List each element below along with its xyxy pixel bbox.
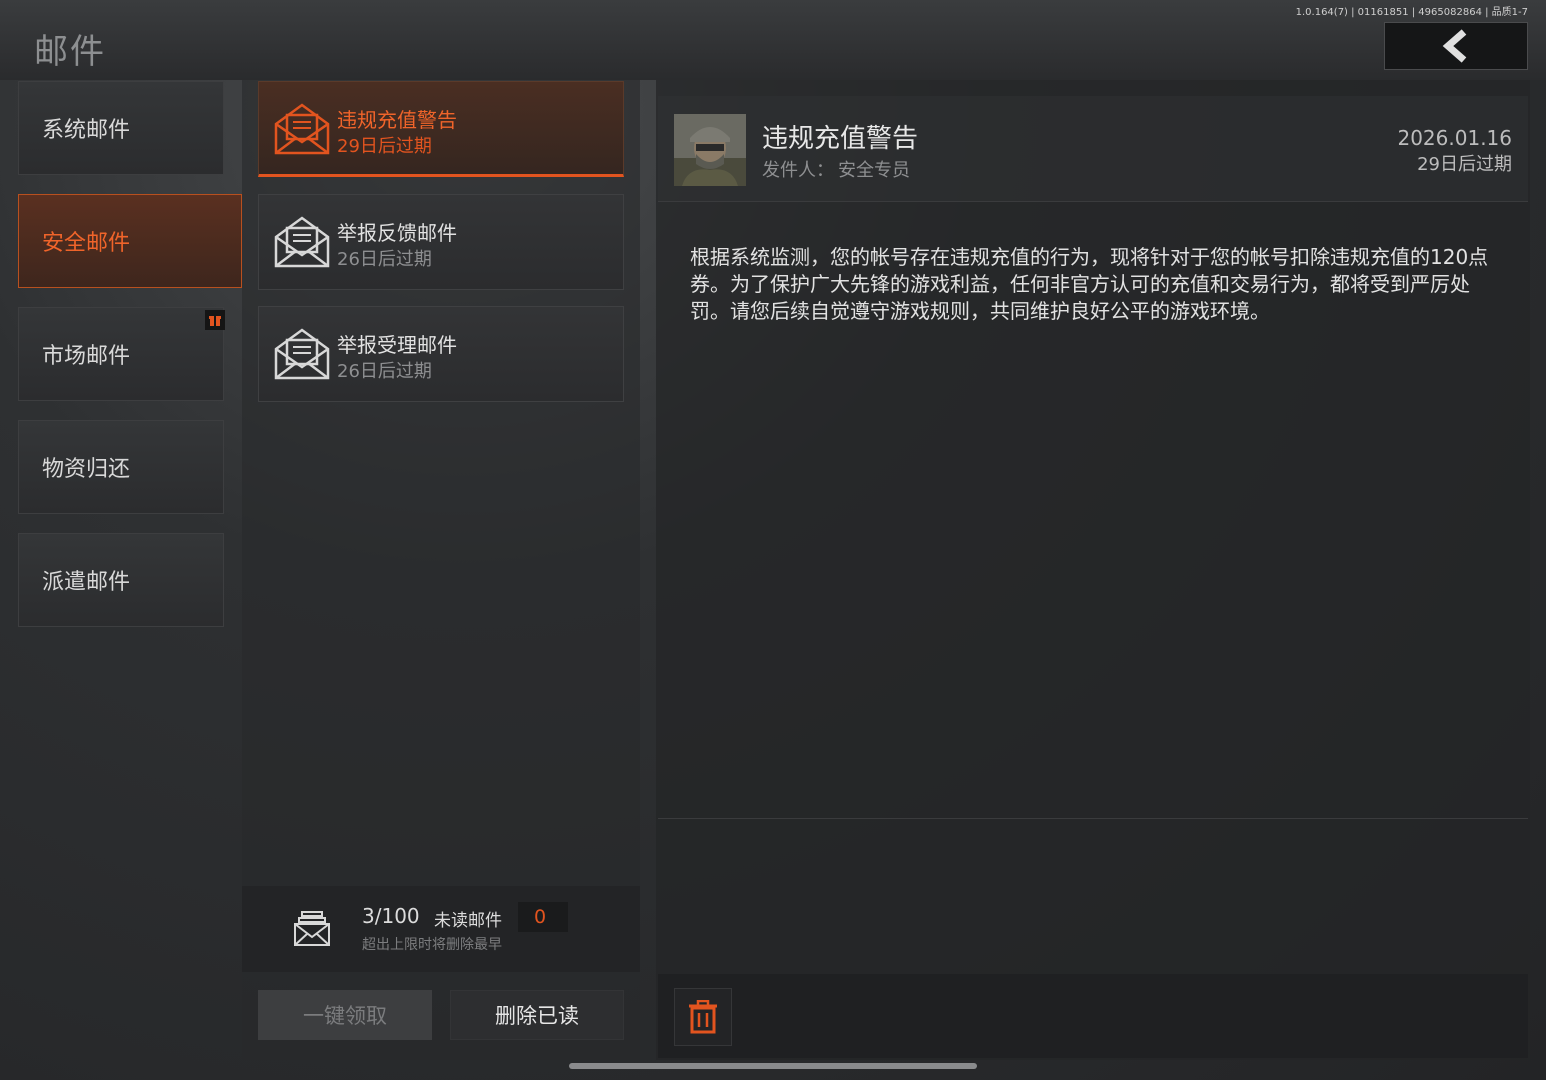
mail-detail-title: 违规充值警告 (762, 124, 919, 154)
category-dispatch[interactable]: 派遣邮件 (18, 533, 224, 627)
category-label: 市场邮件 (42, 344, 131, 369)
category-supply-return[interactable]: 物资归还 (18, 420, 224, 514)
mail-title: 举报反馈邮件 (337, 221, 457, 245)
unread-count: 0 (518, 902, 568, 932)
divider (658, 818, 1528, 819)
mail-expire: 26日后过期 (337, 249, 432, 270)
mail-item[interactable]: 举报受理邮件 26日后过期 (258, 306, 624, 402)
delete-mail-button[interactable] (674, 988, 732, 1046)
mail-title: 违规充值警告 (337, 108, 457, 132)
capacity-hint: 超出上限时将删除最早 (362, 937, 502, 953)
category-system[interactable]: 系统邮件 (18, 81, 224, 175)
mail-expire: 29日后过期 (337, 136, 432, 157)
delete-read-button[interactable]: 删除已读 (450, 990, 624, 1040)
mail-detail-footer (658, 974, 1528, 1058)
category-label: 物资归还 (42, 457, 131, 482)
trash-icon (689, 1000, 717, 1034)
mail-tray-icon (294, 911, 330, 946)
open-envelope-icon (274, 216, 330, 268)
mail-expire: 26日后过期 (337, 361, 432, 382)
chevron-left-icon (1442, 29, 1467, 63)
page-title: 邮件 (34, 32, 106, 72)
category-label: 安全邮件 (42, 231, 131, 256)
mail-title: 举报受理邮件 (337, 333, 457, 357)
category-label: 派遣邮件 (42, 570, 131, 595)
gift-badge-icon (205, 310, 225, 330)
sender-name: 安全专员 (838, 160, 910, 181)
mail-body: 根据系统监测，您的帐号存在违规充值的行为，现将针对于您的帐号扣除违规充值的120… (690, 245, 1489, 323)
claim-all-button[interactable]: 一键领取 (258, 990, 432, 1040)
open-envelope-icon (274, 328, 330, 380)
category-security[interactable]: 安全邮件 (18, 194, 242, 288)
mail-detail-panel (656, 80, 1530, 1060)
mail-item[interactable]: 举报反馈邮件 26日后过期 (258, 194, 624, 290)
mail-item[interactable]: 违规充值警告 29日后过期 (258, 81, 624, 177)
mail-date: 2026.01.16 (1397, 126, 1512, 150)
sender-avatar (674, 114, 746, 186)
mailbox-stats: 3/100 未读邮件 0 超出上限时将删除最早 (242, 886, 640, 972)
open-envelope-icon (274, 103, 330, 155)
back-button[interactable] (1384, 22, 1528, 70)
mail-count: 3/100 (362, 904, 420, 928)
category-label: 系统邮件 (42, 118, 131, 143)
sender-label: 发件人： (762, 160, 834, 181)
unread-label: 未读邮件 (434, 911, 502, 931)
version-info: 1.0.164(7) | 01161851 | 4965082864 | 品质1… (1295, 7, 1528, 18)
home-indicator[interactable] (569, 1063, 977, 1069)
mail-detail-expire: 29日后过期 (1417, 154, 1512, 175)
category-market[interactable]: 市场邮件 (18, 307, 225, 401)
